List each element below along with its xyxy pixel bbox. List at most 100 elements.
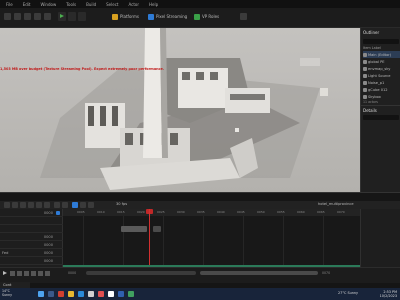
sequencer-timeline[interactable]: 0005 0010 0015 0020 0025 0030 0035 0040 … [63,209,360,267]
ruler-tick: 0060 [297,210,305,214]
stop-button[interactable] [78,12,86,21]
app-icon[interactable] [58,291,64,297]
ruler-tick: 0045 [237,210,245,214]
menu-tools[interactable]: Tools [66,2,76,7]
loop-icon[interactable] [38,271,43,276]
record-icon[interactable] [45,271,50,276]
app-icon[interactable] [118,291,124,297]
settings-icon[interactable] [240,13,247,20]
menu-select[interactable]: Select [106,2,118,7]
ruler-tick: 0035 [197,210,205,214]
play-icon[interactable] [3,271,7,275]
save-sequence-icon[interactable] [4,202,10,208]
timeline-zoom-bar[interactable] [200,271,318,275]
menu-actor[interactable]: Actor [128,2,139,7]
timeline-scrollbar[interactable] [86,271,196,275]
track-section[interactable] [153,226,161,232]
ruler-tick: 0065 [317,210,325,214]
cinematics-icon[interactable] [44,13,51,20]
ruler-tick: 0030 [177,210,185,214]
details-title: Details [363,108,377,113]
outliner-item[interactable]: Main (Editor) [363,51,400,58]
ruler-tick: 0015 [117,210,125,214]
grid-icon[interactable] [62,202,68,208]
app-icon[interactable] [88,291,94,297]
unreal-editor-icon[interactable] [108,291,114,297]
ruler-tick: 0055 [277,210,285,214]
ruler-tick: 0070 [337,210,345,214]
sequencer-tab-bar [0,193,400,201]
pause-button[interactable] [68,12,76,21]
render-icon[interactable] [28,202,34,208]
outliner-item[interactable]: envmap_sky [363,65,400,72]
sequence-name: hotel_multiprovince [318,202,354,206]
ruler-tick: 0025 [157,210,165,214]
menu-build[interactable]: Build [86,2,96,7]
sequencer-side-panel [360,209,400,267]
track-list: 0000 0000 0000 Fed 0000 0000 [0,209,63,267]
outliner-item[interactable]: Skybox [363,93,400,100]
jump-start-icon[interactable] [10,271,15,276]
jump-end-icon[interactable] [31,271,36,276]
pixel-streaming-button[interactable]: Pixel Streaming [148,12,187,21]
outliner-title: Outliner [363,30,380,35]
mode-icon[interactable] [14,13,21,20]
level-viewport[interactable]: 1,503 MB over budget (Texture Streaming … [0,28,360,192]
step-forward-icon[interactable] [24,271,29,276]
app-icon[interactable] [98,291,104,297]
light-icon [363,73,367,78]
track-row[interactable] [0,225,63,233]
outliner-item[interactable]: global PE [363,58,400,65]
file-explorer-icon[interactable] [68,291,74,297]
start-frame[interactable]: 0000 [68,271,76,275]
snap-icon[interactable] [54,202,60,208]
camera-icon[interactable] [20,202,26,208]
fps-selector[interactable]: 30 fps [116,202,127,206]
step-back-icon[interactable] [17,271,22,276]
curve-icon[interactable] [80,202,86,208]
outliner-item[interactable]: Light Source [363,72,400,79]
play-button[interactable] [58,12,66,21]
outliner-search-input[interactable] [363,39,399,44]
ruler-tick: 0040 [217,210,225,214]
sequencer-transport-bar [0,267,400,283]
sequencer-panel: 30 fps hotel_multiprovince 0000 0000 000… [0,192,400,283]
clock[interactable]: 2:53 PM 10/2/2023 [380,290,397,298]
actor-icon [363,59,367,64]
track-section[interactable] [121,226,147,232]
edge-icon[interactable] [78,291,84,297]
weather-widget[interactable]: 14°C Sunny [2,289,12,298]
time-ruler[interactable]: 0005 0010 0015 0020 0025 0030 0035 0040 … [63,209,360,216]
ruler-tick: 0050 [257,210,265,214]
ruler-tick: 0005 [77,210,85,214]
filter-icon[interactable] [36,202,42,208]
track-row[interactable]: Fed 0000 [0,249,63,257]
track-row[interactable]: 0000 [0,241,63,249]
blueprint-icon[interactable] [34,13,41,20]
key-mode-icon[interactable] [72,202,78,208]
end-frame[interactable]: 0070 [322,271,330,275]
menu-help[interactable]: Help [149,2,158,7]
track-row[interactable]: 0000 [0,209,63,217]
settings-icon[interactable] [44,202,50,208]
outliner-item[interactable]: gCube 012 [363,86,400,93]
details-search-input[interactable] [363,115,399,120]
menu-file[interactable]: File [6,2,13,7]
track-row[interactable]: 0000 [0,257,63,265]
menu-edit[interactable]: Edit [23,2,31,7]
platforms-button[interactable]: Platforms [112,12,139,21]
app-icon[interactable] [128,291,134,297]
add-track-icon[interactable] [56,211,60,215]
start-icon[interactable] [38,291,44,297]
save-icon[interactable] [4,13,11,20]
search-icon[interactable] [48,291,54,297]
content-icon[interactable] [24,13,31,20]
vp-roles-button[interactable]: VP Roles [194,12,219,21]
menu-bar: File Edit Window Tools Build Select Acto… [0,0,400,8]
outliner-item[interactable]: Noise_p1 [363,79,400,86]
find-icon[interactable] [12,202,18,208]
menu-window[interactable]: Window [40,2,56,7]
track-row[interactable] [0,217,63,225]
loop-icon[interactable] [88,202,94,208]
track-row[interactable]: 0000 [0,233,63,241]
